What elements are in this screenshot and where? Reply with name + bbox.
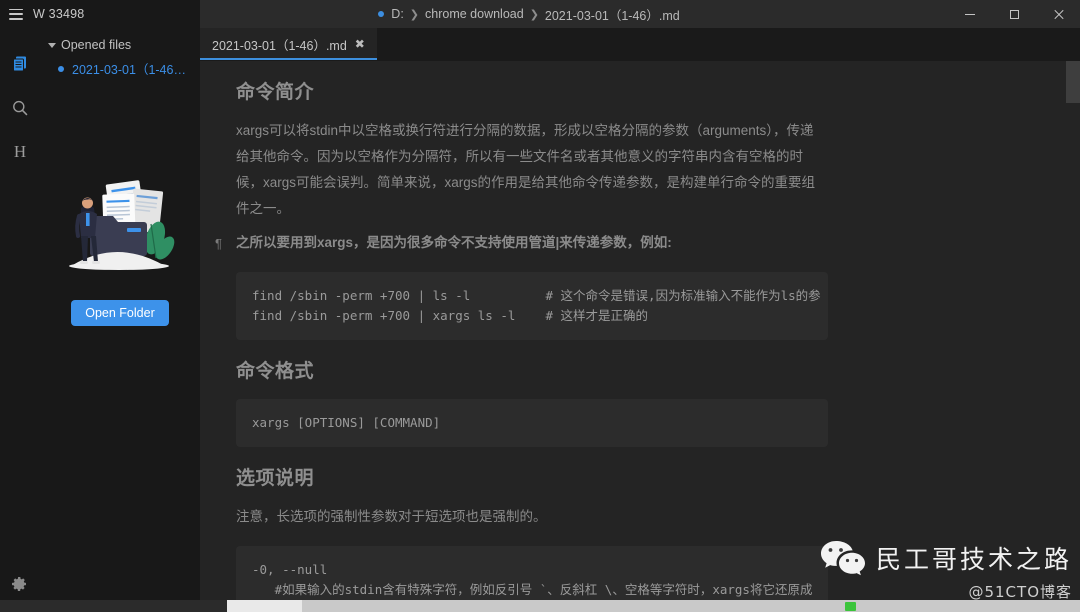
scrollbar-thumb[interactable] (1066, 61, 1080, 103)
breadcrumb-item-file[interactable]: 2021-03-01（1-46）.md (545, 5, 680, 24)
list-item[interactable]: 2021-03-01（1-46… (40, 56, 200, 81)
section-heading-options: 选项说明 (236, 468, 315, 489)
minimize-button[interactable] (948, 0, 992, 28)
heading-icon: H (13, 142, 27, 161)
explorer-icon (13, 56, 26, 72)
chevron-right-icon: ❯ (409, 8, 420, 21)
close-icon (1053, 9, 1064, 20)
os-taskbar[interactable] (0, 600, 1080, 612)
close-button[interactable] (1036, 0, 1080, 28)
search-icon (13, 100, 28, 116)
file-name-label: 2021-03-01（1-46… (72, 63, 186, 77)
opened-files-header[interactable]: Opened files (40, 34, 200, 56)
hamburger-icon[interactable] (9, 8, 23, 20)
taskbar-segment-left (0, 600, 227, 612)
settings-button[interactable] (0, 564, 40, 604)
paragraph-options-note: 注意，长选项的强制性参数对于短选项也是强制的。 (236, 509, 547, 524)
taskbar-segment-active (227, 600, 302, 612)
taskbar-segment-right (302, 600, 1080, 612)
paragraph-intro: xargs可以将stdin中以空格或换行符进行分隔的数据，形成以空格分隔的参数（… (236, 123, 816, 216)
chevron-down-icon (48, 42, 56, 48)
breadcrumb-item-drive[interactable]: D: (391, 7, 404, 21)
breadcrumb-status-dot (378, 11, 385, 17)
opened-files-label: Opened files (61, 38, 132, 52)
sidebar-item-search[interactable] (0, 86, 40, 130)
window-controls (948, 0, 1080, 28)
tab-label: 2021-03-01（1-46）.md (212, 38, 347, 53)
empty-folder-illustration (69, 180, 175, 270)
open-folder-button[interactable]: Open Folder (71, 300, 169, 326)
code-block-example: find /sbin -perm +700 | ls -l # 这个命令是错误,… (236, 272, 828, 340)
tab-close-icon[interactable]: ✖ (355, 38, 365, 50)
pilcrow-icon: ¶ (215, 236, 222, 251)
maximize-icon (1009, 9, 1019, 19)
markdown-preview[interactable]: 命令简介 xargs可以将stdin中以空格或换行符进行分隔的数据，形成以空格分… (200, 61, 1080, 612)
code-block-usage: xargs [OPTIONS] [COMMAND] (236, 399, 828, 447)
sidebar-item-explorer[interactable] (0, 42, 40, 86)
breadcrumb-item-folder[interactable]: chrome download (425, 7, 524, 21)
tab-bar: 2021-03-01（1-46）.md ✖ (200, 28, 1080, 61)
section-heading-format: 命令格式 (236, 361, 315, 382)
vertical-scrollbar[interactable] (1066, 61, 1080, 612)
document-content: 命令简介 xargs可以将stdin中以空格或换行符进行分隔的数据，形成以空格分… (200, 77, 1080, 612)
file-dot-icon (58, 65, 64, 72)
chevron-right-icon: ❯ (529, 8, 539, 21)
explorer-sidebar: Opened files 2021-03-01（1-46… Open Folde… (40, 28, 200, 612)
minimize-icon (965, 13, 975, 15)
maximize-button[interactable] (992, 0, 1036, 28)
tab-markdown-file[interactable]: 2021-03-01（1-46）.md ✖ (200, 28, 377, 60)
title-bar: W 33498 D: ❯ chrome download ❯ 2021-03-0… (0, 0, 1080, 28)
window-name: W 33498 (33, 7, 85, 21)
taskbar-app-icon[interactable] (845, 602, 856, 611)
gear-icon (12, 577, 26, 591)
paragraph-highlight-text: 之所以要用到xargs，是因为很多命令不支持使用管道|来传递参数，例如: (236, 235, 672, 250)
paragraph-highlight: ¶ 之所以要用到xargs，是因为很多命令不支持使用管道|来传递参数，例如: (215, 230, 826, 256)
app-body: H Opened files 2021-03-01（1-46… Open Fol… (0, 28, 1080, 612)
editor-area: 2021-03-01（1-46）.md ✖ 命令简介 xargs可以将stdin… (200, 28, 1080, 612)
breadcrumb: D: ❯ chrome download ❯ 2021-03-01（1-46）.… (110, 0, 948, 28)
sidebar-item-outline[interactable]: H (0, 130, 40, 174)
page-title: 命令简介 (236, 82, 315, 103)
app-window: W 33498 D: ❯ chrome download ❯ 2021-03-0… (0, 0, 1080, 612)
activity-bar: H (0, 28, 40, 612)
empty-state: Open Folder (40, 166, 200, 326)
